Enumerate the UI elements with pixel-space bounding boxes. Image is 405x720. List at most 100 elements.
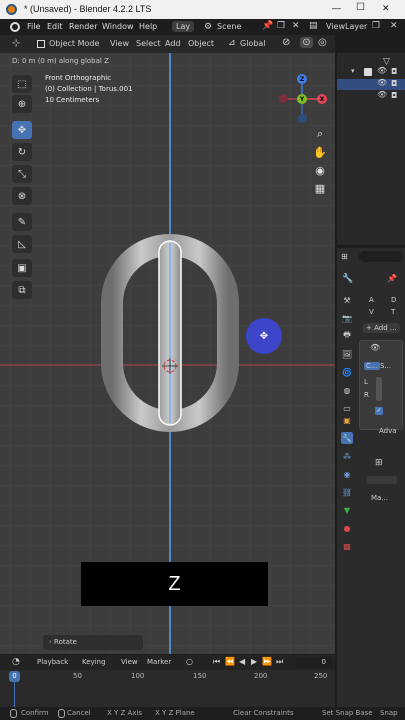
eye-icon[interactable]: 👁 — [377, 90, 387, 99]
blender-menu-icon[interactable] — [10, 22, 20, 32]
rotate-tool[interactable]: ↻ — [12, 143, 32, 161]
render-tab-icon[interactable]: 📷 — [341, 312, 353, 324]
proportional-edit-icon[interactable]: ◎ — [318, 37, 327, 48]
outliner-row-torus[interactable]: 👁 ◘ — [337, 78, 405, 90]
pan-hand-icon[interactable]: ✋ — [312, 144, 328, 160]
minimize-button[interactable]: — — [332, 3, 341, 13]
transform-tool[interactable]: ⊗ — [12, 187, 32, 205]
checkbox-icon[interactable]: ✓ — [375, 407, 383, 415]
gizmo-y-axis[interactable]: Y — [297, 94, 307, 104]
gizmo-x-axis[interactable]: X — [317, 94, 327, 104]
tool-tab-icon[interactable]: ⚒ — [341, 294, 353, 306]
snap-toggle-icon[interactable]: ⊙ — [300, 37, 313, 48]
properties-search-field[interactable] — [359, 251, 403, 262]
timeline-playhead[interactable]: 0 — [9, 671, 20, 682]
pin-icon[interactable]: 📌 — [387, 274, 397, 283]
next-key-icon[interactable]: ⏩ — [262, 657, 272, 666]
jump-end-icon[interactable]: ⏭ — [276, 657, 283, 667]
menu-view[interactable]: View — [121, 658, 138, 666]
viewlayer-icon[interactable]: ▤ — [309, 21, 318, 31]
menu-marker[interactable]: Marker — [147, 658, 171, 666]
gizmo-z-axis[interactable]: Z — [297, 74, 307, 84]
texture-tab-icon[interactable]: ▩ — [341, 540, 353, 552]
pivot-point-icon[interactable]: ⊘ — [282, 37, 290, 48]
annotate-tool[interactable]: ✎ — [12, 213, 32, 231]
transform-orientation-dropdown[interactable]: Global — [240, 39, 266, 48]
pin-scene-icon[interactable]: 📌 — [262, 21, 273, 31]
outliner-row-object[interactable]: 👁 ◘ — [337, 90, 405, 102]
collection-tab-icon[interactable]: ▭ — [341, 402, 353, 414]
last-operator-panel[interactable]: › Rotate — [43, 635, 143, 650]
checkbox-icon[interactable] — [364, 68, 372, 76]
add-cube-tool[interactable]: ▣ — [12, 259, 32, 277]
menu-keying[interactable]: Keying — [82, 658, 106, 666]
menu-help[interactable]: Help — [139, 22, 157, 31]
constraints-tab-icon[interactable]: ⛓ — [341, 486, 353, 498]
slider-field[interactable] — [376, 377, 382, 401]
particles-tab-icon[interactable]: ⁂ — [341, 450, 353, 462]
camera-icon[interactable]: ◘ — [391, 67, 397, 76]
move-tool[interactable]: ✥ — [12, 121, 32, 139]
eye-icon[interactable]: 👁 — [377, 78, 387, 87]
modifier-type-field[interactable]: S... — [380, 362, 391, 370]
menu-render[interactable]: Render — [69, 22, 97, 31]
maximize-button[interactable]: ☐ — [356, 2, 365, 13]
menu-add[interactable]: Add — [165, 39, 181, 48]
transform-orientation-icon[interactable]: ⊿ — [228, 38, 236, 48]
object-tab-icon[interactable]: ▣ — [341, 414, 353, 426]
scene-icon[interactable]: ⚙ — [204, 22, 212, 32]
play-icon[interactable]: ▶ — [251, 657, 257, 666]
select-mode-icon[interactable] — [37, 40, 45, 48]
world-tab-icon[interactable]: ◍ — [341, 384, 353, 396]
section-two-label[interactable]: Ma... — [371, 494, 388, 502]
copy-scene-icon[interactable]: ❐ — [277, 21, 285, 31]
copy-viewlayer-icon[interactable]: ❐ — [372, 21, 380, 31]
scale-tool[interactable]: ⤡ — [12, 165, 32, 183]
viewlayer-selector[interactable]: ViewLayer — [326, 22, 367, 31]
workspace-tab-layout[interactable]: Lay — [172, 21, 195, 32]
eye-toggle-icon[interactable]: 👁 — [370, 343, 380, 352]
material-tab-icon[interactable]: ● — [341, 522, 353, 534]
delete-viewlayer-icon[interactable]: ✕ — [390, 21, 398, 31]
properties-editor-icon[interactable]: ⊞ — [341, 252, 348, 261]
measure-tool[interactable]: ◺ — [12, 235, 32, 253]
eye-icon[interactable]: 👁 — [377, 66, 387, 75]
cursor-tool[interactable]: ⊕ — [12, 95, 32, 113]
add-modifier-button[interactable]: + Add ... — [363, 323, 400, 333]
view-layer-tab-icon[interactable]: 🖼 — [341, 348, 353, 360]
close-button[interactable]: ✕ — [382, 3, 390, 14]
wrench-icon[interactable]: 🔧 — [342, 274, 353, 284]
slider-field[interactable] — [367, 476, 397, 484]
prev-key-icon[interactable]: ⏪ — [225, 657, 235, 666]
camera-view-icon[interactable]: ◉ — [312, 162, 328, 178]
gizmo-neg-x-axis[interactable] — [279, 94, 288, 103]
menu-object[interactable]: Object — [188, 39, 214, 48]
menu-edit[interactable]: Edit — [47, 22, 63, 31]
torus-object[interactable] — [100, 233, 240, 433]
modifier-icon[interactable]: ⊞ — [375, 458, 383, 468]
outliner-row-collection[interactable]: ▾ 👁 ◘ — [337, 66, 405, 78]
play-reverse-icon[interactable]: ◀ — [239, 657, 245, 666]
autokey-icon[interactable]: ○ — [186, 657, 193, 666]
gizmo-neg-z-axis[interactable] — [298, 114, 307, 123]
menu-playback[interactable]: Playback — [37, 658, 68, 666]
physics-tab-icon[interactable]: ◉ — [341, 468, 353, 480]
select-box-tool[interactable]: ⬚ — [12, 75, 32, 93]
perspective-grid-icon[interactable]: ▦ — [312, 180, 328, 196]
output-tab-icon[interactable]: 🖶 — [341, 330, 353, 342]
3d-viewport[interactable]: D: 0 m (0 m) along global Z Front Orthog… — [0, 53, 335, 654]
editor-type-icon[interactable]: ⊹ — [12, 38, 20, 49]
menu-file[interactable]: File — [27, 22, 40, 31]
data-tab-icon[interactable]: ▼ — [341, 504, 353, 516]
menu-select[interactable]: Select — [136, 39, 161, 48]
modifier-name-field[interactable]: C... — [364, 362, 380, 370]
jump-start-icon[interactable]: ⏮ — [213, 657, 220, 667]
scene-selector[interactable]: Scene — [217, 22, 241, 31]
menu-window[interactable]: Window — [102, 22, 134, 31]
advanced-subpanel[interactable]: Adva — [379, 427, 397, 435]
current-frame-field[interactable]: 0 — [296, 657, 332, 668]
delete-scene-icon[interactable]: ✕ — [292, 21, 300, 31]
modifier-panel[interactable]: 👁 C... S... L R ✓ — [359, 340, 403, 430]
add-object-tool[interactable]: ⧉ — [12, 281, 32, 299]
zoom-icon[interactable]: ⌕ — [312, 126, 328, 142]
